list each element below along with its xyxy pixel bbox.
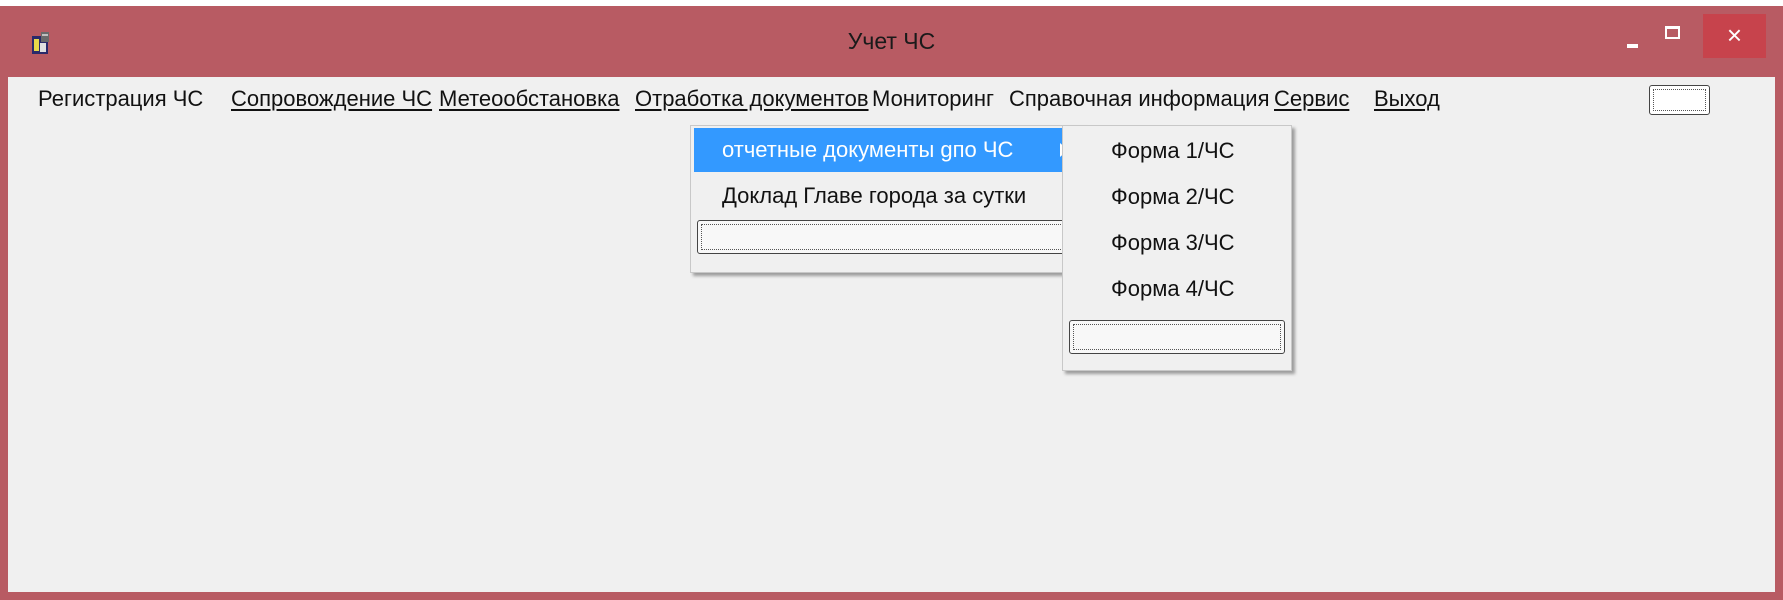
menu-service[interactable]: Сервис bbox=[1274, 77, 1349, 121]
dropdown-empty-item[interactable] bbox=[697, 220, 1077, 254]
minimize-icon[interactable] bbox=[1610, 16, 1654, 56]
menu-exit[interactable]: Выход bbox=[1374, 77, 1440, 121]
dropdown-item-reports[interactable]: отчетные документы gпо ЧС bbox=[694, 128, 1080, 172]
app-window: Учет ЧС × Регистрация ЧС Сопровождение Ч… bbox=[0, 6, 1783, 600]
reports-submenu: Форма 1/ЧС Форма 2/ЧС Форма 3/ЧС Форма 4… bbox=[1062, 125, 1292, 371]
maximize-icon[interactable] bbox=[1652, 16, 1696, 56]
close-icon[interactable]: × bbox=[1703, 14, 1766, 58]
dropdown-item-label: отчетные документы gпо ЧС bbox=[722, 137, 1014, 162]
menu-bar: Регистрация ЧС Сопровождение ЧС Метеообс… bbox=[8, 77, 1775, 121]
client-area: Регистрация ЧС Сопровождение ЧС Метеообс… bbox=[8, 77, 1775, 592]
menu-registration[interactable]: Регистрация ЧС bbox=[38, 77, 203, 121]
submenu-item-form1[interactable]: Форма 1/ЧС bbox=[1066, 129, 1288, 173]
dropdown-item-daily-report[interactable]: Доклад Главе города за сутки bbox=[694, 174, 1080, 218]
menu-documents[interactable]: Отработка документов bbox=[635, 77, 869, 121]
menu-empty-item[interactable] bbox=[1649, 85, 1710, 115]
submenu-item-form4[interactable]: Форма 4/ЧС bbox=[1066, 267, 1288, 311]
window-title: Учет ЧС bbox=[847, 28, 936, 54]
menu-tracking[interactable]: Сопровождение ЧС bbox=[231, 77, 432, 121]
menu-weather[interactable]: Метеообстановка bbox=[439, 77, 619, 121]
submenu-item-form2[interactable]: Форма 2/ЧС bbox=[1066, 175, 1288, 219]
menu-reference[interactable]: Справочная информация bbox=[1009, 77, 1270, 121]
title-bar[interactable]: Учет ЧС × bbox=[0, 6, 1783, 76]
menu-monitoring[interactable]: Мониторинг bbox=[872, 77, 994, 121]
submenu-item-form3[interactable]: Форма 3/ЧС bbox=[1066, 221, 1288, 265]
submenu-empty-item[interactable] bbox=[1069, 320, 1285, 354]
documents-dropdown: отчетные документы gпо ЧС Доклад Главе г… bbox=[690, 125, 1084, 273]
